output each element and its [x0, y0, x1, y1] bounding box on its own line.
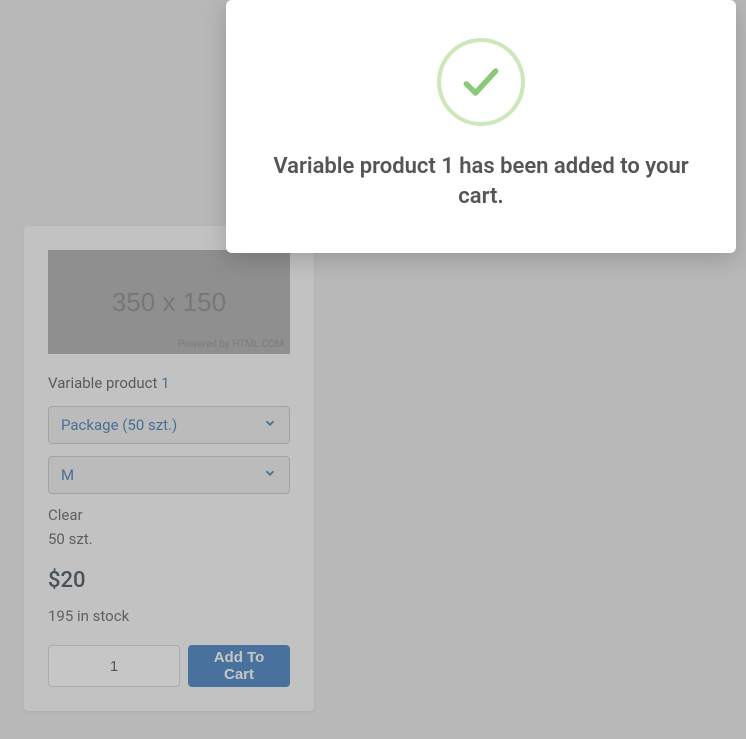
- modal-message: Variable product 1 has been added to you…: [266, 152, 696, 211]
- success-check-icon: [437, 38, 525, 126]
- added-to-cart-modal: Variable product 1 has been added to you…: [226, 0, 736, 253]
